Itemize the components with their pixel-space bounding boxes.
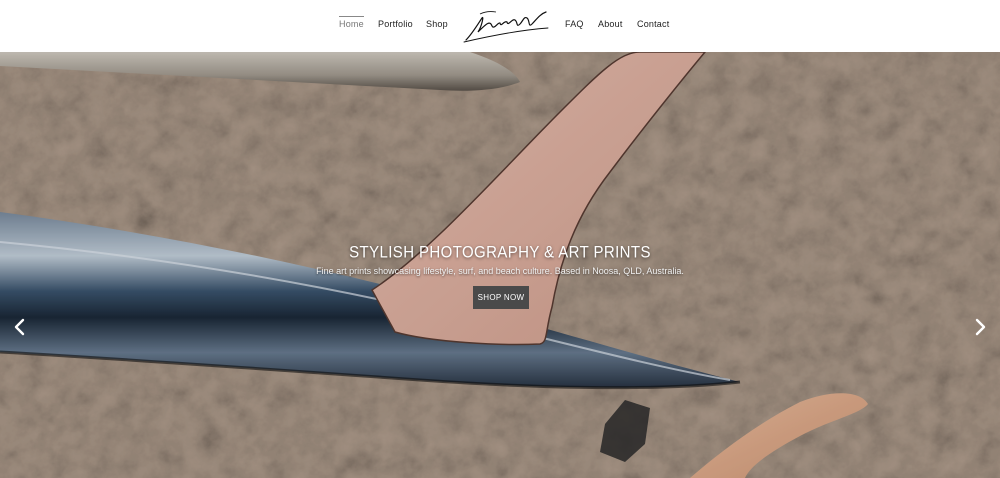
signature-logo[interactable] [460,6,550,46]
nav-contact[interactable]: Contact [637,19,669,30]
hero-background-image [0,52,1000,478]
nav-portfolio[interactable]: Portfolio [378,19,413,30]
shop-now-button[interactable]: SHOP NOW [473,286,529,309]
hero-slider [0,52,1000,478]
hero-title: STYLISH PHOTOGRAPHY & ART PRINTS [349,243,651,262]
hero-subtitle: Fine art prints showcasing lifestyle, su… [316,266,684,276]
nav-home[interactable]: Home [339,16,364,30]
nav-faq[interactable]: FAQ [565,19,584,30]
nav-about[interactable]: About [598,19,623,30]
nav-shop[interactable]: Shop [426,19,448,30]
chevron-right-icon[interactable] [972,318,988,336]
site-header: Home Portfolio Shop FAQ About Contact [0,0,1000,52]
chevron-left-icon[interactable] [12,318,28,336]
